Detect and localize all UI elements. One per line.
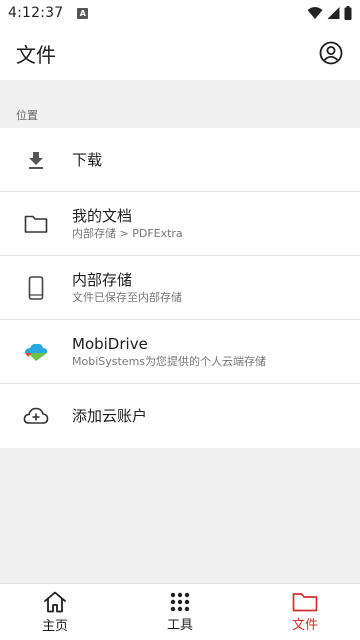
item-icon-container [0,192,72,256]
nav-label: 工具 [166,617,193,633]
item-subtitle: MobiSystems为您提供的个人云端存储 [72,355,267,368]
item-text: MobiDrive MobiSystems为您提供的个人云端存储 [72,334,266,369]
list-item-add-cloud-account[interactable]: 添加云账户 [0,384,360,448]
list-item-my-documents[interactable]: 我的文档 内部存储 > PDFExtra [0,192,360,256]
home-icon [44,591,66,612]
item-icon-container [0,320,72,384]
folder-icon [292,592,318,611]
add-cloud-icon [23,407,49,424]
nav-label: 文件 [291,617,318,633]
account-circle-icon [319,41,343,65]
item-title: 内部存储 [72,271,133,289]
item-subtitle: 文件已保存至内部存储 [72,291,182,304]
item-title: 添加云账户 [72,407,148,425]
list-item-downloads[interactable]: 下载 [0,128,360,192]
item-subtitle: 内部存储 > PDFExtra [72,227,183,240]
nav-tools[interactable]: 工具 [125,584,235,640]
phone-icon [28,275,44,300]
item-text: 我的文档 内部存储 > PDFExtra [72,206,183,241]
item-title: 我的文档 [72,207,133,225]
item-icon-container [0,256,72,320]
item-text: 添加云账户 [72,406,147,426]
nav-label: 主页 [41,618,68,634]
item-icon-container [0,384,72,448]
signal-icon [327,7,340,19]
list-item-mobidrive[interactable]: MobiDrive MobiSystems为您提供的个人云端存储 [0,320,360,384]
notification-badge-icon: A [77,7,89,19]
app-bar: 文件 [0,26,360,80]
mobidrive-cloud-icon [25,343,48,361]
item-text: 下载 [72,150,102,170]
screen: 4:12:37 A 文件 位置 下载 我的文档 内部存储 > PDFExtra … [0,0,360,640]
status-bar: 4:12:37 A [0,0,360,26]
battery-icon [344,6,352,20]
section-label: 位置 [16,109,38,122]
item-icon-container [0,128,72,192]
profile-button[interactable] [318,40,344,66]
page-title: 文件 [16,42,56,67]
list-item-internal-storage[interactable]: 内部存储 文件已保存至内部存储 [0,256,360,320]
download-icon [29,151,43,169]
nav-home[interactable]: 主页 [0,584,110,640]
item-text: 内部存储 文件已保存至内部存储 [72,270,182,305]
item-title: MobiDrive [72,335,148,353]
wifi-icon [307,7,323,19]
locations-list: 下载 我的文档 内部存储 > PDFExtra 内部存储 文件已保存至内部存储 … [0,128,360,448]
status-icons [307,6,352,20]
folder-icon [24,215,48,233]
grid-icon [170,592,190,611]
nav-files[interactable]: 文件 [250,584,360,640]
status-time: 4:12:37 [8,5,64,21]
bottom-nav: 主页 工具 文件 [0,583,360,640]
item-title: 下载 [72,150,103,169]
